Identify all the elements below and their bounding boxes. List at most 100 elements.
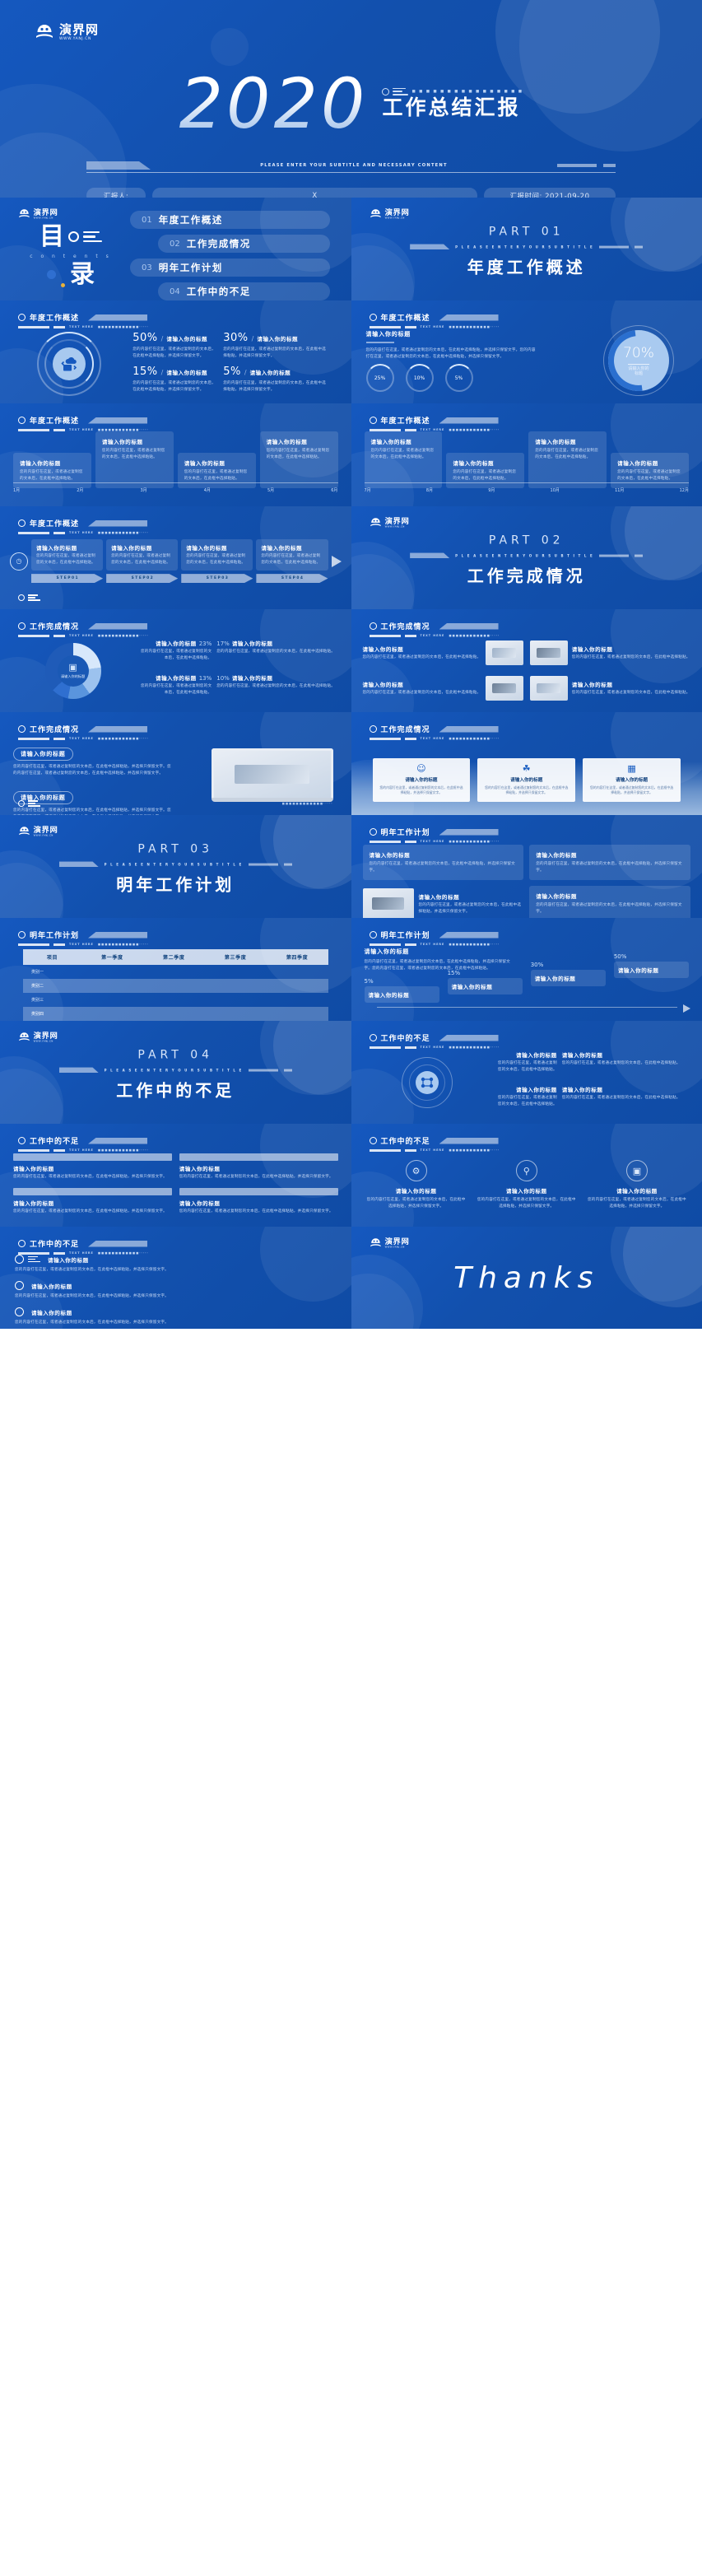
slide-thanks[interactable]: 演界网 WWW.YANJ.CN Thanks: [351, 1227, 702, 1329]
photo-item-1[interactable]: 请输入你的标题 您的内容打在这里，或者通过复制您的文本后，在此框中选择粘贴。: [363, 639, 523, 668]
slide-header-dots: ■■■■■■■■■■■■·····: [449, 943, 500, 946]
table-row[interactable]: 类别二: [23, 979, 328, 993]
slide-toc[interactable]: 演界网 WWW.YANJ.CN 目 c o n t e n t s 录 01 年…: [0, 198, 351, 300]
icon-item-3[interactable]: ▣ 请输入你的标题 您的内容打在这里，或者通过复制您的文本后，在此框中选择粘贴，…: [587, 1160, 687, 1213]
toc-item-03[interactable]: 03 明年工作计划: [130, 259, 330, 277]
slide-section-02[interactable]: 演界网 WWW.YANJ.CN PART 02 P L E A S E E N T…: [351, 506, 702, 609]
slide-photos[interactable]: 工作完成情况 TEXT HERE ■■■■■■■■■■■■····· 请输入你的标…: [351, 609, 702, 712]
timeline-card[interactable]: 请输入你的标题 您的内容打在这里，或者通过复制您的文本后，在此框中选择粘贴。: [528, 431, 607, 489]
card-body: 您的内容打在这里，或者通过复制您的文本后，在此框中选择粘贴。: [184, 470, 248, 482]
timeline-card[interactable]: 请输入你的标题 您的内容打在这里，或者通过复制您的文本后，在此框中选择粘贴。: [95, 431, 174, 489]
photo-thumbnail: [485, 641, 523, 666]
slide-plan-table[interactable]: 明年工作计划 TEXT HERE ■■■■■■■■■■■■····· 项目 第一季…: [0, 918, 351, 1021]
plan-card-2[interactable]: 请输入你的标题 您的内容打在这里，或者通过复制您的文本后，在此框中选择粘贴，并选…: [529, 845, 690, 881]
card-body: 您的内容打在这里，或者通过复制您的文本后，在此框中选择粘贴。: [617, 470, 681, 482]
timeline-card[interactable]: 请输入你的标题 您的内容打在这里，或者通过复制您的文本后，在此框中选择粘贴。: [259, 431, 338, 489]
slide-section-03[interactable]: 演界网 WWW.YANJ.CN PART 03 P L E A S E E N T…: [0, 815, 351, 918]
dot-shape: [47, 270, 56, 279]
table-row[interactable]: 类别一: [23, 965, 328, 979]
plan-card-3[interactable]: 请输入你的标题 您的内容打在这里，或者通过复制您的文本后，在此框中选择粘贴，并选…: [419, 892, 524, 915]
kpi-card-1[interactable]: ☺ 请输入你的标题 您的内容打在这里，或者通过复制您的文本后，在此框中选择粘贴，…: [372, 757, 471, 802]
slide-numbered-list[interactable]: 工作中的不足 TEXT HERE ■■■■■■■■■■■■····· 请输入你的标…: [0, 1227, 351, 1329]
brand-logo[interactable]: 演界网 WWW.YANJ.CN: [35, 23, 99, 43]
toc-item-01[interactable]: 01 年度工作概述: [130, 211, 330, 229]
step-3[interactable]: 请输入你的标题 您的内容打在这里，或者通过复制您的文本后，在此框中选择粘贴。 S…: [181, 539, 253, 584]
table-row[interactable]: 类别三: [23, 993, 328, 1007]
slide-section-01[interactable]: 演界网 WWW.YANJ.CN PART 01 P L E A S E E N T…: [351, 198, 702, 300]
plan-card-4[interactable]: 请输入你的标题 您的内容打在这里，或者通过复制您的文本后，在此框中选择粘贴，并选…: [529, 886, 690, 918]
section-title: 年度工作概述: [467, 257, 586, 277]
people-icon: ☺: [416, 762, 426, 774]
slide-cover[interactable]: 演界网 WWW.YANJ.CN 2020 ■ ■ ■ ■ ■ ■ ■ ■ ■ ■…: [0, 0, 702, 198]
brand-logo[interactable]: 演界网 WWW.YANJ.CN: [370, 517, 409, 529]
photo-item-2[interactable]: 请输入你的标题 您的内容打在这里，或者通过复制您的文本后，在此框中选择粘贴。: [529, 639, 690, 668]
card-title: 请输入你的标题: [453, 460, 495, 467]
slide-timeline-h1[interactable]: 年度工作概述 TEXT HERE ■■■■■■■■■■■■····· 请输入你的标…: [0, 403, 351, 506]
step-1[interactable]: 请输入你的标题 您的内容打在这里，或者通过复制您的文本后，在此框中选择粘贴。 S…: [31, 539, 104, 584]
photo-item-3[interactable]: 请输入你的标题 您的内容打在这里，或者通过复制您的文本后，在此框中选择粘贴。: [363, 674, 523, 703]
plan-card-1[interactable]: 请输入你的标题 您的内容打在这里，或者通过复制您的文本后，在此框中选择粘贴，并选…: [362, 845, 524, 881]
photo-item-4[interactable]: 请输入你的标题 您的内容打在这里，或者通过复制您的文本后，在此框中选择粘贴。: [529, 674, 690, 703]
slide-city-kpis[interactable]: 工作完成情况 TEXT HERE ■■■■■■■■■■■■····· ☺ 请输入你…: [351, 712, 702, 815]
slide-header-dots: ■■■■■■■■■■■■·····: [97, 428, 149, 431]
slide-steps[interactable]: 年度工作概述 TEXT HERE ■■■■■■■■■■■■····· ◷ 请输入你…: [0, 506, 351, 609]
list-title: 请输入你的标题: [31, 1283, 72, 1290]
slide-header-en: TEXT HERE: [420, 325, 445, 328]
brand-logo[interactable]: 演界网 WWW.YANJ.CN: [18, 826, 58, 838]
block-3[interactable]: 请输入你的标题 您的内容打在这里，或者通过复制您的文本后，在此框中选择粘贴，并选…: [13, 1188, 172, 1215]
slide-timeline-h2[interactable]: 年度工作概述 TEXT HERE ■■■■■■■■■■■■····· 请输入你的标…: [351, 403, 702, 506]
brand-logo[interactable]: 演界网 WWW.YANJ.CN: [370, 1237, 409, 1250]
brand-logo[interactable]: 演界网 WWW.YANJ.CN: [370, 208, 409, 221]
slide-network[interactable]: 工作中的不足 TEXT HERE ■■■■■■■■■■■■····· 请输入你的标…: [351, 1021, 702, 1124]
cover-subtitle: PLEASE ENTER YOUR SUBTITLE AND NECESSARY…: [260, 163, 448, 168]
slide-icons-three[interactable]: 工作中的不足 TEXT HERE ■■■■■■■■■■■■····· ⚙ 请输入你…: [351, 1124, 702, 1227]
toc-item-number: 01: [142, 215, 152, 225]
pill-name[interactable]: X: [152, 188, 477, 198]
slide-growth[interactable]: 明年工作计划 TEXT HERE ■■■■■■■■■■■■····· 请输入你的标…: [351, 918, 702, 1021]
growth-step-2[interactable]: 15% 请输入你的标题: [447, 970, 523, 995]
block-body: 您的内容打在这里，或者通过复制您的文本后，在此框中选择粘贴，并选择只保留文字。: [13, 1209, 167, 1214]
pill-date[interactable]: 汇报时间: 2021-09-20: [484, 188, 616, 198]
slide-header-dots: ■■■■■■■■■■■■·····: [449, 634, 500, 637]
toc-item-label: 年度工作概述: [158, 214, 223, 226]
legend-title: 请输入你的标题: [231, 674, 273, 682]
slide-four-blocks[interactable]: 工作中的不足 TEXT HERE ■■■■■■■■■■■■····· 请输入你的标…: [0, 1124, 351, 1227]
kpi-card-2[interactable]: ☘ 请输入你的标题 您的内容打在这里，或者通过复制您的文本后，在此框中选择粘贴，…: [477, 757, 576, 802]
block-1[interactable]: 请输入你的标题 您的内容打在这里，或者通过复制您的文本后，在此框中选择粘贴，并选…: [13, 1153, 172, 1181]
icon-body: 您的内容打在这里，或者通过复制您的文本后，在此框中选择粘贴，并选择只保留文字。: [366, 1198, 466, 1209]
slide-laptop[interactable]: 工作完成情况 TEXT HERE ■■■■■■■■■■■■····· 请输入你的标…: [0, 712, 351, 815]
stat-title: 请输入你的标题: [166, 336, 208, 342]
step-4[interactable]: 请输入你的标题 您的内容打在这里，或者通过复制您的文本后，在此框中选择粘贴。 S…: [256, 539, 328, 584]
kpi-title: 请输入你的标题: [510, 777, 543, 783]
table-col-header: 第一季度: [81, 949, 143, 965]
brand-logo[interactable]: 演界网 WWW.YANJ.CN: [18, 1032, 58, 1044]
plan-table[interactable]: 项目 第一季度 第二季度 第三季度 第四季度 类别一 类别二 类别三 类别四 类…: [23, 949, 328, 1021]
toc-item-04[interactable]: 04 工作中的不足: [158, 282, 330, 300]
slide-section-04[interactable]: 演界网 WWW.YANJ.CN PART 04 P L E A S E E N T…: [0, 1021, 351, 1124]
toc-item-02[interactable]: 02 工作完成情况: [158, 235, 330, 253]
step-2[interactable]: 请输入你的标题 您的内容打在这里，或者通过复制您的文本后，在此框中选择粘贴。 S…: [106, 539, 179, 584]
block-4[interactable]: 请输入你的标题 您的内容打在这里，或者通过复制您的文本后，在此框中选择粘贴，并选…: [179, 1188, 338, 1215]
growth-step-4[interactable]: 50% 请输入你的标题: [613, 953, 689, 978]
growth-step-3[interactable]: 30% 请输入你的标题: [530, 962, 606, 986]
timeline-card[interactable]: 请输入你的标题 您的内容打在这里，或者通过复制您的文本后，在此框中选择粘贴。: [364, 431, 443, 489]
icon-item-2[interactable]: ⚲ 请输入你的标题 您的内容打在这里，或者通过复制您的文本后，在此框中选择粘贴，…: [477, 1160, 577, 1213]
growth-step-1[interactable]: 5% 请输入你的标题: [364, 978, 439, 1003]
pill-reporter[interactable]: 汇报人:: [86, 188, 146, 198]
slide-overview-gauge[interactable]: 年度工作概述 TEXT HERE ■■■■■■■■■■■■····· 请输入你的标…: [351, 300, 702, 403]
slide-header-dots: ■■■■■■■■■■■■·····: [97, 943, 149, 946]
kpi-card-3[interactable]: ▦ 请输入你的标题 您的内容打在这里，或者通过复制您的文本后，在此框中选择粘贴，…: [583, 757, 681, 802]
donut-legend-1: 请输入你的标题 23% 您的内容打在这里，或者通过复制您的文本后，在此框中选择粘贴…: [139, 639, 212, 668]
table-col-header: 第三季度: [204, 949, 267, 965]
slide-overview-percent[interactable]: 年度工作概述 TEXT HERE ■■■■■■■■■■■■····· 50% /…: [0, 300, 351, 403]
network-graphic: [363, 1050, 491, 1114]
list-item[interactable]: 请输入你的标题 您的内容打在这里，或者通过复制您的文本后，在此框中选择粘贴，并选…: [15, 1255, 337, 1274]
slide-donut[interactable]: 工作完成情况 TEXT HERE ■■■■■■■■■■■■····· 请输入你的标…: [0, 609, 351, 712]
list-item[interactable]: 请输入你的标题 您的内容打在这里，或者通过复制您的文本后，在此框中选择粘贴，并选…: [15, 1281, 337, 1300]
table-row[interactable]: 类别四: [23, 1007, 328, 1021]
slide-plan-image[interactable]: 明年工作计划 TEXT HERE ■■■■■■■■■■■■····· 请输入你的标…: [351, 815, 702, 918]
brand-logo[interactable]: 演界网 WWW.YANJ.CN: [18, 208, 58, 221]
block-2[interactable]: 请输入你的标题 您的内容打在这里，或者通过复制您的文本后，在此框中选择粘贴，并选…: [179, 1153, 338, 1181]
icon-item-1[interactable]: ⚙ 请输入你的标题 您的内容打在这里，或者通过复制您的文本后，在此框中选择粘贴，…: [366, 1160, 467, 1213]
list-item[interactable]: 请输入你的标题 您的内容打在这里，或者通过复制您的文本后，在此框中选择粘贴，并选…: [15, 1307, 337, 1326]
